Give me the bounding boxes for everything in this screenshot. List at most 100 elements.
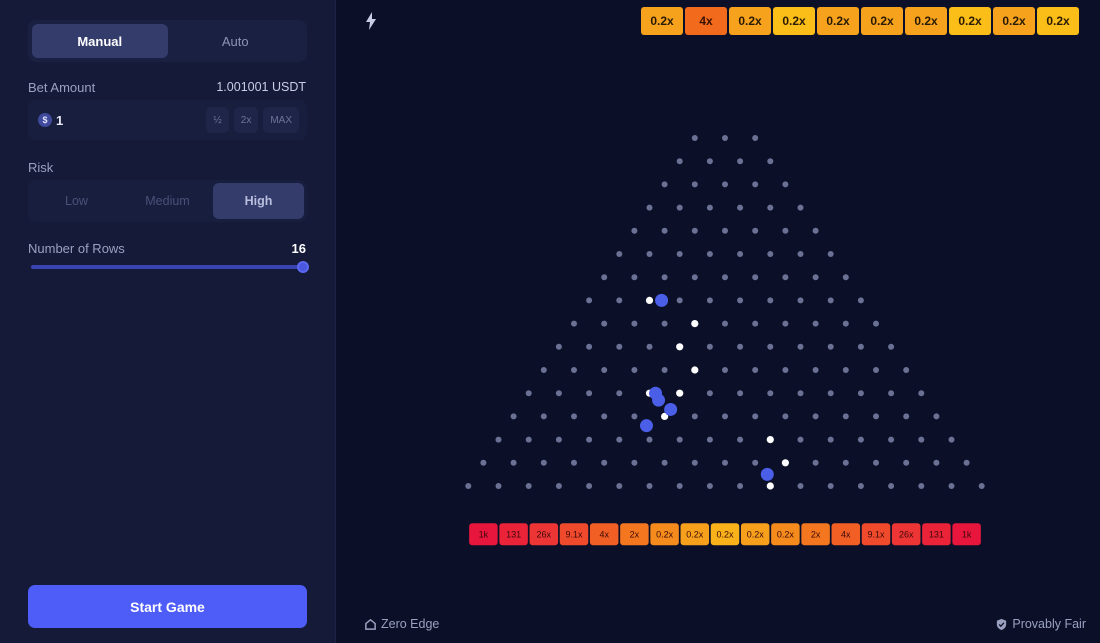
bucket-label: 0.2x: [716, 530, 734, 540]
bet-amount-input[interactable]: 1: [56, 113, 201, 128]
bucket-label: 0.2x: [686, 530, 704, 540]
peg: [616, 343, 623, 350]
bucket-label: 1k: [479, 530, 489, 540]
peg: [797, 390, 804, 397]
risk-low-button[interactable]: Low: [31, 183, 122, 219]
max-bet-button[interactable]: MAX: [263, 107, 299, 133]
mode-manual-tab[interactable]: Manual: [32, 24, 168, 58]
history-item: 0.2x: [773, 7, 815, 35]
peg: [631, 320, 638, 327]
peg: [555, 436, 562, 443]
peg: [903, 367, 910, 373]
peg: [676, 436, 683, 443]
peg: [631, 459, 638, 466]
peg: [737, 343, 744, 350]
history-item: 4x: [685, 7, 727, 35]
peg: [616, 436, 623, 443]
multiplier-bucket: 0.2x: [740, 523, 770, 546]
peg: [842, 413, 849, 420]
peg: [752, 367, 759, 373]
peg: [767, 251, 774, 257]
peg: [782, 227, 789, 234]
peg: [737, 158, 744, 165]
risk-medium-button[interactable]: Medium: [122, 183, 213, 219]
multiplier-bucket: 9.1x: [559, 523, 589, 546]
peg: [601, 413, 608, 420]
peg: [827, 297, 834, 304]
peg: [480, 459, 487, 466]
bucket-label: 2x: [630, 530, 640, 540]
peg: [706, 297, 713, 304]
history-item: 0.2x: [641, 7, 683, 35]
multiplier-bucket: 9.1x: [861, 523, 891, 546]
peg: [676, 158, 683, 165]
peg: [676, 343, 684, 351]
peg: [571, 459, 577, 466]
peg: [601, 367, 608, 373]
peg: [540, 367, 547, 373]
peg: [737, 483, 744, 489]
ball: [664, 402, 678, 416]
peg: [918, 390, 925, 397]
bucket-label: 26x: [899, 530, 914, 540]
peg: [676, 251, 683, 257]
peg: [873, 367, 879, 373]
double-bet-button[interactable]: 2x: [233, 107, 259, 133]
peg: [827, 343, 834, 350]
instant-bet-icon[interactable]: [364, 12, 378, 30]
peg: [722, 274, 728, 281]
bet-amount-label: Bet Amount: [28, 80, 96, 95]
peg: [706, 390, 713, 397]
peg: [812, 227, 819, 234]
multiplier-bucket: 26x: [891, 523, 921, 546]
rows-label: Number of Rows: [28, 241, 125, 256]
peg: [752, 227, 759, 234]
zero-edge-badge[interactable]: Zero Edge: [364, 617, 439, 631]
multiplier-bucket: 131: [922, 523, 951, 546]
peg: [571, 367, 577, 373]
bet-amount-field[interactable]: $ 1 ½ 2x MAX: [28, 100, 307, 140]
peg: [766, 482, 774, 490]
risk-high-button[interactable]: High: [213, 183, 304, 219]
bucket-label: 26x: [537, 530, 552, 540]
mode-auto-tab[interactable]: Auto: [168, 24, 304, 58]
peg: [827, 483, 834, 489]
peg: [782, 367, 789, 373]
peg: [631, 413, 638, 420]
peg: [691, 181, 698, 188]
rows-slider-thumb[interactable]: [297, 261, 309, 273]
peg: [706, 436, 713, 443]
peg: [857, 343, 864, 350]
peg: [646, 483, 653, 489]
peg: [722, 413, 728, 420]
peg: [646, 343, 653, 350]
peg: [586, 343, 593, 350]
multiplier-bucket: 0.2x: [710, 523, 740, 546]
peg: [661, 367, 668, 373]
peg: [797, 436, 804, 443]
plinko-app: Manual Auto Bet Amount 1.001001 USDT $ 1…: [0, 0, 1100, 643]
bucket-label: 2x: [811, 530, 821, 540]
provably-fair-label: Provably Fair: [1012, 617, 1086, 631]
multiplier-bucket: 0.2x: [680, 523, 710, 546]
peg: [631, 227, 638, 234]
peg: [767, 204, 774, 211]
peg: [525, 483, 532, 489]
peg: [646, 436, 653, 443]
peg: [691, 274, 698, 281]
start-game-button[interactable]: Start Game: [28, 585, 307, 628]
peg: [903, 459, 910, 466]
peg: [722, 227, 728, 234]
provably-fair-link[interactable]: Provably Fair: [995, 617, 1086, 631]
peg: [540, 459, 547, 466]
multiplier-bucket: 0.2x: [771, 523, 800, 546]
peg: [691, 413, 698, 420]
rows-slider-track[interactable]: [31, 265, 303, 269]
bucket-label: 131: [506, 530, 521, 540]
history-item: 0.2x: [817, 7, 859, 35]
multiplier-bucket: 2x: [620, 523, 649, 546]
peg: [540, 413, 547, 420]
half-bet-button[interactable]: ½: [206, 107, 229, 133]
peg: [903, 413, 910, 420]
peg: [767, 297, 774, 304]
